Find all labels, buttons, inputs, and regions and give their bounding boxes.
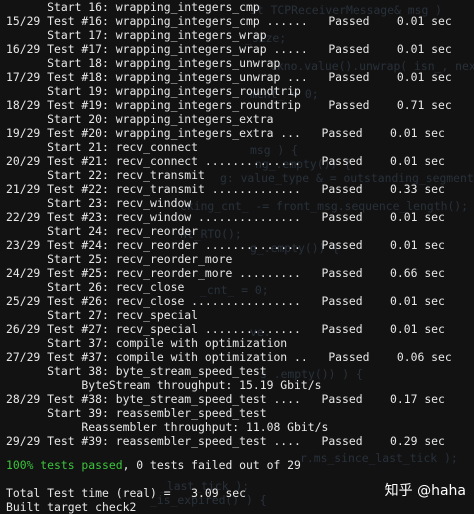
log-line: 15/29 Test #16: wrapping_integers_cmp ..…	[6, 14, 452, 28]
log-line: Start 25: recv_reorder_more	[6, 252, 233, 266]
log-line: 28/29 Test #38: byte_stream_speed_test .…	[6, 392, 445, 406]
log-line: 26/29 Test #27: recv_special ...........…	[6, 322, 445, 336]
log-line: Start 24: recv_reorder	[6, 224, 199, 238]
log-line: 20/29 Test #21: recv_connect ...........…	[6, 154, 445, 168]
log-line: 24/29 Test #25: recv_reorder_more ......…	[6, 266, 445, 280]
total-time-line: Total Test time (real) = 3.09 sec	[6, 486, 247, 500]
log-line: 23/29 Test #24: recv_reorder ...........…	[6, 238, 445, 252]
log-line: ByteStream throughput: 15.19 Gbit/s	[6, 378, 322, 392]
log-line: Start 37: compile with optimization	[6, 336, 288, 350]
log-line: Reassembler throughput: 11.08 Gbit/s	[6, 420, 329, 434]
ghost-line: r.ms_since_last_tick );	[300, 451, 458, 465]
log-line: 17/29 Test #18: wrapping_integers_unwrap…	[6, 70, 452, 84]
terminal-window: st TCPReceiverMessage& msg ) _size; ckno…	[0, 0, 474, 514]
log-line: 21/29 Test #22: recv_transmit ..........…	[6, 182, 445, 196]
log-line: Start 22: recv_transmit	[6, 168, 205, 182]
log-line: Start 27: recv_special	[6, 308, 199, 322]
log-line: 22/29 Test #23: recv_window ............…	[6, 210, 445, 224]
log-line: 25/29 Test #26: recv_close .............…	[6, 294, 445, 308]
log-line: Start 16: wrapping_integers_cmp	[6, 0, 260, 14]
log-line: Start 19: wrapping_integers_roundtrip	[6, 84, 301, 98]
log-line: Start 18: wrapping_integers_unwrap	[6, 56, 281, 70]
log-line: Start 39: reassembler_speed_test	[6, 406, 267, 420]
log-line: 29/29 Test #39: reassembler_speed_test .…	[6, 434, 445, 448]
log-line: Start 38: byte_stream_speed_test	[6, 364, 267, 378]
summary-line: 100% tests passed, 0 tests failed out of…	[6, 458, 301, 472]
log-line: 18/29 Test #19: wrapping_integers_roundt…	[6, 98, 452, 112]
build-target-line: Built target check2	[6, 500, 137, 514]
log-line: 27/29 Test #37: compile with optimizatio…	[6, 350, 452, 364]
log-line: Start 26: recv_close	[6, 280, 185, 294]
log-line: Start 20: wrapping_integers_extra	[6, 112, 274, 126]
log-line: 19/29 Test #20: wrapping_integers_extra …	[6, 126, 445, 140]
tests-passed-percentage: 100% tests passed	[6, 458, 123, 472]
log-line: 16/29 Test #17: wrapping_integers_wrap .…	[6, 42, 452, 56]
zhihu-watermark: 知乎 @haha	[384, 483, 466, 499]
log-line: Start 21: recv_connect	[6, 140, 199, 154]
tests-failed-summary: , 0 tests failed out of 29	[122, 458, 301, 472]
log-line: Start 17: wrapping_integers_wrap	[6, 28, 267, 42]
log-line: Start 23: recv_window	[6, 196, 192, 210]
